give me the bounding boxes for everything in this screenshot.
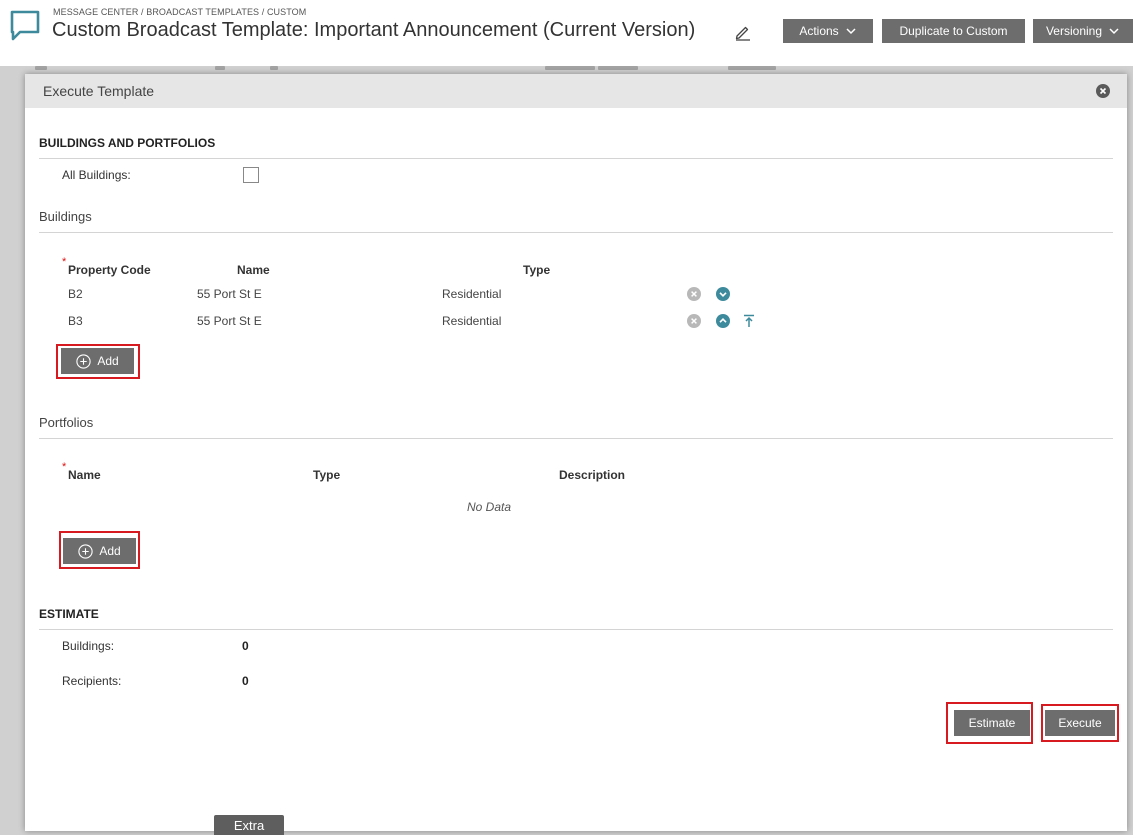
divider — [39, 158, 1113, 159]
all-buildings-checkbox[interactable] — [243, 167, 259, 183]
versioning-button[interactable]: Versioning — [1033, 19, 1133, 43]
extra-tab[interactable]: Extra — [214, 815, 284, 835]
estimate-heading: ESTIMATE — [39, 607, 99, 621]
move-up-icon[interactable] — [716, 314, 730, 328]
remove-icon[interactable] — [687, 314, 701, 328]
duplicate-to-custom-button[interactable]: Duplicate to Custom — [882, 19, 1025, 43]
execute-template-modal: Execute Template BUILDINGS AND PORTFOLIO… — [25, 74, 1127, 831]
pencil-icon[interactable] — [734, 23, 752, 41]
chevron-down-icon — [1109, 28, 1119, 35]
building-name: 55 Port St E — [197, 287, 262, 301]
actions-button[interactable]: Actions — [783, 19, 873, 43]
portfolios-empty-text: No Data — [467, 500, 512, 514]
modal-header: Execute Template — [25, 74, 1127, 108]
execute-button[interactable]: Execute — [1045, 710, 1115, 736]
plus-circle-icon — [76, 353, 91, 369]
all-buildings-label: All Buildings: — [62, 168, 131, 182]
col-portfolio-name: Name — [68, 468, 101, 482]
building-name: 55 Port St E — [197, 314, 262, 328]
move-down-icon[interactable] — [716, 287, 730, 301]
estimate-recipients-value: 0 — [242, 674, 249, 688]
col-portfolio-type: Type — [313, 468, 341, 482]
actions-button-label: Actions — [799, 24, 839, 38]
required-marker: * — [62, 256, 67, 268]
add-portfolio-label: Add — [99, 544, 121, 558]
divider — [39, 232, 1113, 233]
breadcrumb[interactable]: MESSAGE CENTER / BROADCAST TEMPLATES / C… — [53, 7, 306, 17]
message-center-icon — [10, 10, 40, 41]
building-code: B2 — [68, 287, 83, 301]
required-marker: * — [62, 461, 67, 473]
estimate-button[interactable]: Estimate — [954, 710, 1030, 736]
close-icon[interactable] — [1096, 84, 1110, 98]
add-building-label: Add — [97, 354, 119, 368]
estimate-buildings-value: 0 — [242, 639, 249, 653]
portfolios-heading: Portfolios — [39, 415, 94, 430]
estimate-recipients-label: Recipients: — [62, 674, 122, 688]
chevron-down-icon — [846, 28, 856, 35]
add-portfolio-button[interactable]: Add — [63, 538, 136, 564]
duplicate-button-label: Duplicate to Custom — [899, 24, 1008, 38]
move-to-top-icon[interactable] — [742, 314, 756, 328]
estimate-buildings-label: Buildings: — [62, 639, 115, 653]
divider — [39, 629, 1113, 630]
building-type: Residential — [442, 314, 502, 328]
buildings-heading: Buildings — [39, 209, 92, 224]
col-type: Type — [523, 263, 551, 277]
building-type: Residential — [442, 287, 502, 301]
divider — [39, 438, 1113, 439]
remove-icon[interactable] — [687, 287, 701, 301]
col-property-code: Property Code — [68, 263, 151, 277]
versioning-button-label: Versioning — [1045, 24, 1103, 38]
plus-circle-icon — [78, 543, 93, 559]
modal-title: Execute Template — [43, 83, 155, 99]
page-title: Custom Broadcast Template: Important Ann… — [52, 19, 696, 41]
building-code: B3 — [68, 314, 83, 328]
buildings-portfolios-heading: BUILDINGS AND PORTFOLIOS — [39, 136, 216, 150]
col-portfolio-description: Description — [559, 468, 626, 482]
col-name: Name — [237, 263, 270, 277]
add-building-button[interactable]: Add — [61, 348, 134, 374]
